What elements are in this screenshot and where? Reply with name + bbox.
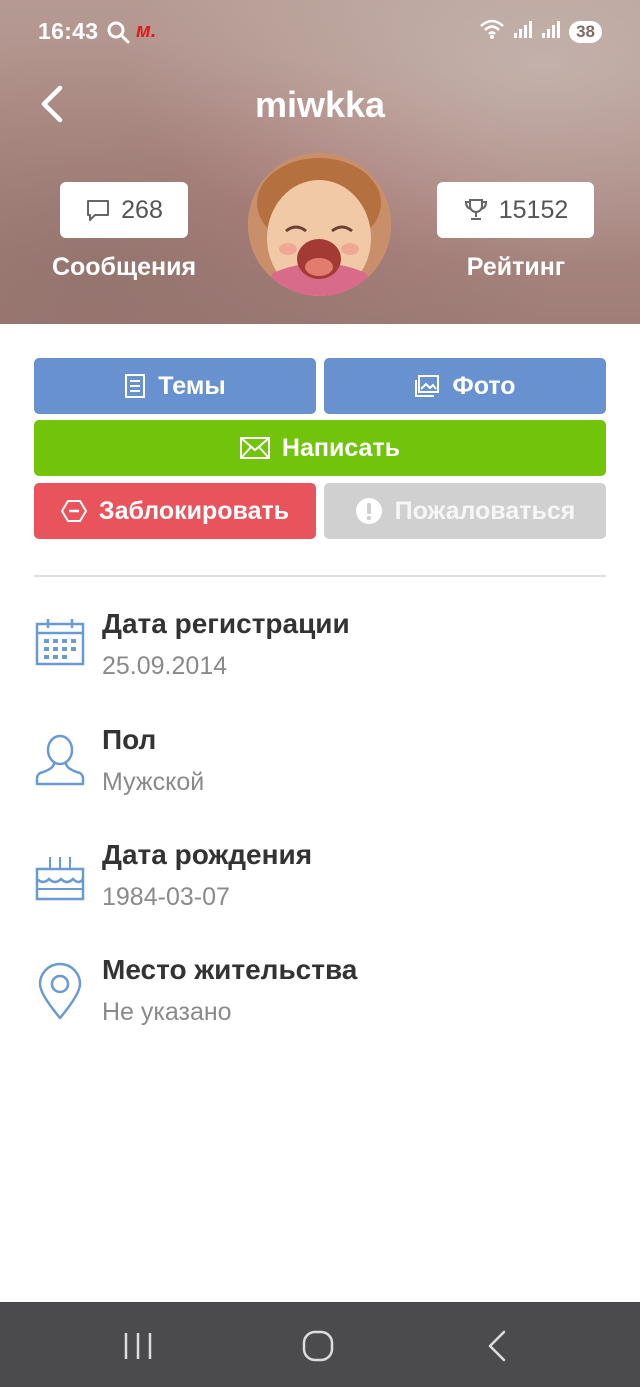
signal-icon: [513, 19, 533, 44]
location-pin-icon: [34, 962, 86, 1020]
signal-icon-2: [541, 19, 561, 44]
block-icon: [60, 500, 87, 522]
avatar-photo: [248, 153, 391, 296]
battery-level: 38: [569, 20, 602, 43]
gender-value: Мужской: [102, 768, 205, 796]
photo-gallery-icon: [415, 375, 440, 397]
comment-icon: [87, 200, 110, 221]
messages-count-button[interactable]: 268: [60, 182, 188, 238]
registration-date-label: Дата регистрации: [102, 608, 350, 639]
photo-label: Фото: [452, 371, 516, 400]
back-arrow-icon: [488, 1330, 506, 1362]
write-label: Написать: [281, 433, 401, 462]
envelope-icon: [239, 437, 270, 459]
status-bar: 16:43 м. 38: [0, 0, 640, 64]
rating-label: Рейтинг: [466, 253, 566, 281]
write-message-button[interactable]: Написать: [34, 420, 606, 476]
themes-label: Темы: [158, 371, 226, 400]
status-indicators: 38: [479, 18, 602, 45]
report-label: Пожаловаться: [394, 496, 576, 525]
info-row-registration: Дата регистрации 25.09.2014: [34, 608, 606, 688]
avatar[interactable]: [248, 153, 391, 296]
exclamation-icon: [355, 498, 382, 524]
brand-status-icon: м.: [136, 20, 157, 42]
home-icon: [302, 1330, 334, 1362]
recent-apps-icon: [124, 1333, 152, 1359]
gender-label: Пол: [102, 724, 157, 755]
status-time: 16:43: [38, 18, 99, 44]
document-icon: [125, 374, 146, 398]
location-label: Место жительства: [102, 954, 358, 985]
photo-button[interactable]: Фото: [324, 358, 606, 414]
trophy-icon: [464, 199, 487, 220]
messages-count: 268: [121, 195, 163, 224]
search-status-icon: [106, 20, 130, 49]
block-button[interactable]: Заблокировать: [34, 483, 316, 539]
birthday-label: Дата рождения: [102, 839, 313, 870]
birthday-value: 1984-03-07: [102, 883, 230, 911]
rating-button[interactable]: 15152: [437, 182, 594, 238]
info-row-birthday: Дата рождения 1984-03-07: [34, 839, 606, 919]
home-button[interactable]: [296, 1324, 340, 1368]
system-navigation-bar: [0, 1302, 640, 1387]
profile-username: miwkka: [254, 84, 386, 125]
profile-header: 16:43 м. 38 miwkka 268 Сообщения 15152 Р…: [0, 0, 640, 324]
system-back-button[interactable]: [476, 1324, 520, 1368]
person-icon: [34, 732, 86, 790]
report-button[interactable]: Пожаловаться: [324, 483, 606, 539]
messages-label: Сообщения: [51, 253, 197, 281]
registration-date-value: 25.09.2014: [102, 652, 228, 680]
block-label: Заблокировать: [98, 496, 290, 525]
location-value: Не указано: [102, 998, 232, 1026]
rating-value: 15152: [498, 195, 569, 224]
wifi-icon: [479, 18, 505, 45]
section-divider: [34, 575, 606, 577]
birthday-cake-icon: [34, 847, 86, 905]
recent-apps-button[interactable]: [116, 1324, 160, 1368]
info-row-gender: Пол Мужской: [34, 724, 606, 804]
info-row-location: Место жительства Не указано: [34, 954, 606, 1034]
calendar-icon: [34, 616, 86, 674]
themes-button[interactable]: Темы: [34, 358, 316, 414]
